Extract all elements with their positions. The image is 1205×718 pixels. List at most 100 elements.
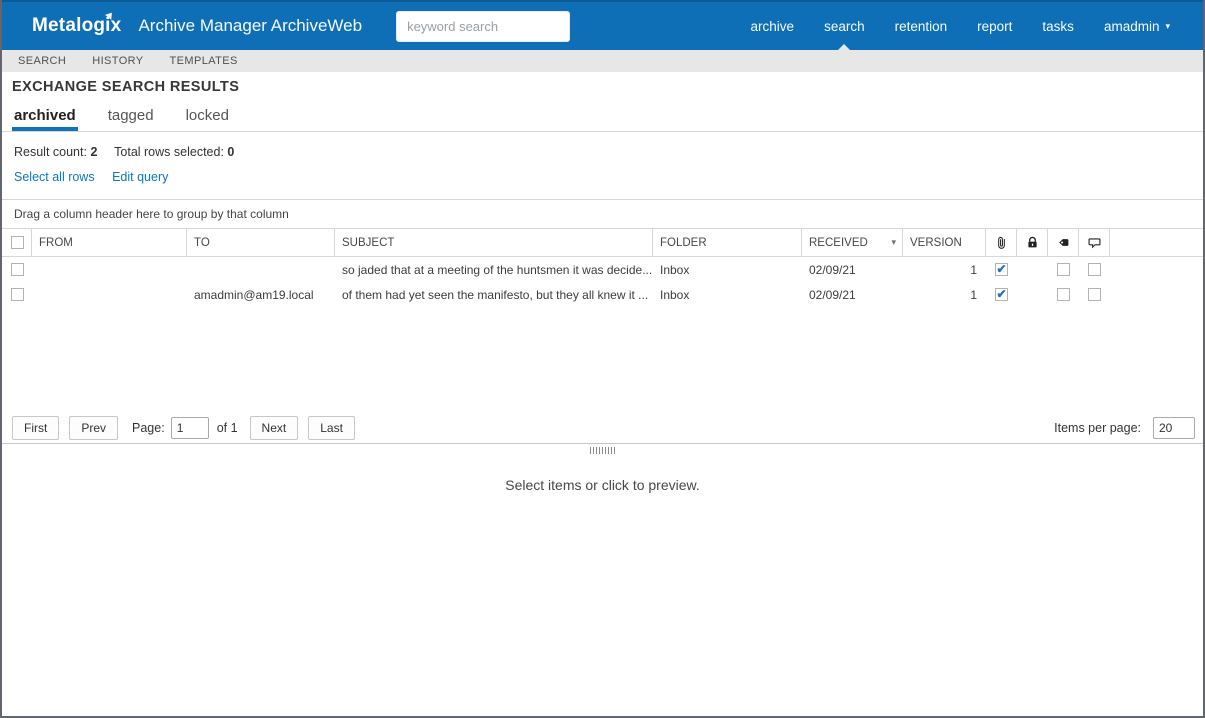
cell-attachment [986, 257, 1017, 282]
paperclip-icon [997, 236, 1005, 249]
select-all-checkbox[interactable] [11, 236, 24, 249]
prev-page-button[interactable]: Prev [69, 416, 119, 440]
comment-icon [1088, 238, 1100, 249]
items-per-page-input[interactable] [1153, 417, 1195, 439]
nav-item-report[interactable]: report [962, 2, 1027, 50]
nav-item-tasks[interactable]: tasks [1027, 2, 1089, 50]
app-header: Metalogix Archive Manager ArchiveWeb arc… [2, 0, 1203, 50]
cell-subject[interactable]: of them had yet seen the manifesto, but … [335, 282, 653, 307]
select-all-rows-link[interactable]: Select all rows [14, 170, 95, 184]
nav-item-retention[interactable]: retention [880, 2, 963, 50]
column-header-folder[interactable]: FOLDER [653, 229, 802, 256]
tagged-checkbox[interactable] [1057, 288, 1070, 301]
items-per-page-label: Items per page: [1054, 421, 1141, 435]
cell-comment [1079, 257, 1110, 282]
result-actions: Select all rows Edit query [14, 170, 1203, 184]
tab-archived[interactable]: archived [12, 107, 78, 131]
group-by-hint[interactable]: Drag a column header here to group by th… [2, 200, 1203, 229]
attachment-checkbox[interactable] [995, 263, 1008, 276]
row-checkbox[interactable] [11, 288, 24, 301]
last-page-button[interactable]: Last [308, 416, 355, 440]
sort-caret-icon[interactable]: ▾ [891, 237, 896, 248]
user-menu[interactable]: amadmin ▾ [1089, 2, 1185, 50]
select-all-checkbox-cell [2, 229, 32, 256]
pagination-bar: First Prev Page: of 1 Next Last Items pe… [2, 413, 1203, 444]
preview-splitter[interactable] [2, 444, 1203, 457]
next-page-button[interactable]: Next [249, 416, 299, 440]
cell-folder: Inbox [660, 262, 690, 277]
cell-comment [1079, 282, 1110, 307]
subnav-item-templates[interactable]: TEMPLATES [170, 55, 238, 67]
app-title: Archive Manager ArchiveWeb [138, 16, 363, 35]
cell-tagged [1048, 282, 1079, 307]
metalogix-logo: Metalogix [32, 15, 122, 36]
column-header-from[interactable]: FROM [32, 229, 187, 256]
selected-rows-label: Total rows selected: [114, 145, 224, 159]
grid-empty-space [2, 307, 1203, 413]
cell-to [187, 257, 335, 282]
page-title: EXCHANGE SEARCH RESULTS [12, 79, 240, 95]
result-row-1[interactable]: so jaded that at a meeting of the huntsm… [2, 257, 1203, 282]
tab-tagged[interactable]: tagged [106, 107, 156, 131]
user-menu-label: amadmin [1103, 18, 1160, 34]
cell-subject[interactable]: so jaded that at a meeting of the huntsm… [335, 257, 653, 282]
splitter-grip-icon[interactable] [589, 447, 616, 454]
column-header-attachment[interactable] [986, 229, 1017, 256]
cell-received: 02/09/21 [809, 262, 856, 277]
page-of-label: of 1 [216, 421, 238, 435]
page-label: Page: [132, 421, 165, 435]
preview-pane: Select items or click to preview. [2, 457, 1203, 716]
grid-header-row: FROM TO SUBJECT FOLDER RECEIVED ▾ VERSIO… [2, 229, 1203, 257]
archiveweb-window: Metalogix Archive Manager ArchiveWeb arc… [0, 0, 1205, 718]
result-count-value: 2 [90, 145, 98, 159]
row-checkbox-cell [2, 257, 32, 282]
selected-rows-value: 0 [227, 145, 235, 159]
subnav-item-history[interactable]: HISTORY [92, 55, 143, 67]
cell-folder: Inbox [660, 287, 690, 302]
caret-down-icon: ▾ [1165, 20, 1170, 31]
cell-attachment [986, 282, 1017, 307]
column-header-received-label: RECEIVED [809, 236, 868, 249]
result-row-2[interactable]: amadmin@am19.local of them had yet seen … [2, 282, 1203, 307]
keyword-search-input[interactable] [396, 10, 571, 42]
result-counts: Result count: 2 Total rows selected: 0 [14, 145, 1203, 159]
result-count-label: Result count: [14, 145, 87, 159]
sub-nav: SEARCH HISTORY TEMPLATES [2, 50, 1203, 72]
edit-query-link[interactable]: Edit query [112, 170, 168, 184]
lock-icon [1027, 236, 1037, 248]
cell-locked [1017, 282, 1048, 307]
column-header-received[interactable]: RECEIVED ▾ [802, 229, 903, 256]
attachment-checkbox[interactable] [995, 288, 1008, 301]
results-info: Result count: 2 Total rows selected: 0 S… [2, 132, 1203, 200]
tagged-checkbox[interactable] [1057, 263, 1070, 276]
first-page-button[interactable]: First [12, 416, 60, 440]
column-header-spacer [1110, 229, 1203, 256]
tab-locked[interactable]: locked [184, 107, 231, 131]
cell-from [32, 257, 187, 282]
subnav-item-search[interactable]: SEARCH [18, 55, 66, 67]
comment-checkbox[interactable] [1088, 288, 1101, 301]
row-checkbox-cell [2, 282, 32, 307]
page-number-input[interactable] [170, 417, 209, 439]
comment-checkbox[interactable] [1088, 263, 1101, 276]
cell-to: amadmin@am19.local [194, 287, 314, 302]
cell-received: 02/09/21 [809, 287, 856, 302]
cell-tagged [1048, 257, 1079, 282]
column-header-subject[interactable]: SUBJECT [335, 229, 653, 256]
nav-item-search[interactable]: search [809, 2, 880, 50]
column-header-locked[interactable] [1017, 229, 1048, 256]
column-header-comment[interactable] [1079, 229, 1110, 256]
preview-message: Select items or click to preview. [505, 477, 700, 493]
row-checkbox[interactable] [11, 263, 24, 276]
main-nav: archive search retention report tasks am… [736, 2, 1185, 50]
cell-from [32, 282, 187, 307]
cell-version: 1 [970, 262, 977, 277]
nav-item-archive[interactable]: archive [736, 2, 810, 50]
tag-icon [1058, 239, 1068, 246]
column-header-tagged[interactable] [1048, 229, 1079, 256]
column-header-version[interactable]: VERSION [903, 229, 986, 256]
result-tabs: archived tagged locked [2, 98, 1203, 132]
results-grid: FROM TO SUBJECT FOLDER RECEIVED ▾ VERSIO… [2, 229, 1203, 307]
column-header-to[interactable]: TO [187, 229, 335, 256]
items-per-page: Items per page: [1050, 417, 1195, 439]
